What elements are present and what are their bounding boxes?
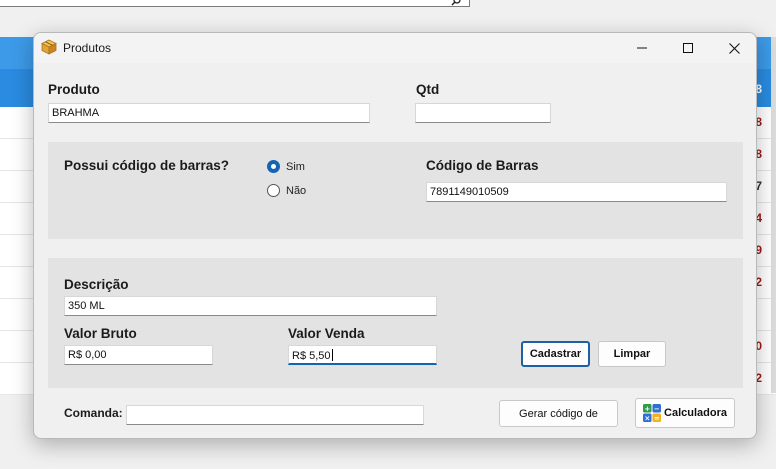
svg-text:+: + [644,405,650,413]
qtd-label: Qtd [416,82,440,97]
valor-venda-input[interactable]: R$ 5,50 [288,345,437,365]
cadastrar-button[interactable]: Cadastrar [521,341,590,367]
product-details-panel: Descrição 350 ML Valor Bruto R$ 0,00 Val… [48,258,743,388]
valor-venda-label: Valor Venda [288,326,365,341]
grid-scrollbar[interactable] [771,37,776,393]
search-icon[interactable] [451,0,461,6]
radio-nao[interactable]: Não [267,184,306,197]
calculator-icon: + − × = [643,404,662,423]
dialog-title: Produtos [63,41,112,55]
produto-label: Produto [48,82,100,97]
minimize-button[interactable] [619,33,665,63]
barcode-panel: Possui código de barras? Sim Não Código … [48,142,743,239]
valor-venda-value: R$ 5,50 [292,350,331,362]
radio-sim-dot[interactable] [267,160,280,173]
minimize-icon [637,47,647,49]
close-icon [728,42,740,54]
maximize-button[interactable] [665,33,711,63]
close-button[interactable] [711,33,756,63]
valor-bruto-label: Valor Bruto [64,326,137,341]
box-icon [41,39,57,55]
codigo-barras-label: Código de Barras [426,158,539,173]
svg-text:×: × [644,415,650,423]
descricao-label: Descrição [64,277,129,292]
valor-bruto-input[interactable]: R$ 0,00 [64,345,213,365]
maximize-icon [683,43,693,53]
calculadora-label: Calculadora [664,407,727,419]
comanda-label: Comanda: [64,406,123,420]
qtd-input[interactable] [415,103,551,123]
title-bar[interactable]: Produtos [34,33,756,63]
text-caret [331,349,333,361]
gerar-codigo-button[interactable]: Gerar código de [499,400,618,427]
svg-text:−: − [654,405,660,413]
calculadora-button[interactable]: + − × = Calculadora [635,398,735,428]
radio-nao-dot[interactable] [267,184,280,197]
radio-nao-label: Não [286,184,307,197]
produtos-dialog: Produtos Produto BRAHMA Qtd Possui códig… [33,32,757,439]
codigo-barras-input[interactable]: 7891149010509 [426,182,727,202]
produto-input[interactable]: BRAHMA [48,103,370,123]
descricao-input[interactable]: 350 ML [64,296,437,316]
barcode-question-label: Possui código de barras? [64,158,230,173]
background-search-field[interactable] [0,0,470,7]
radio-sim[interactable]: Sim [267,160,305,173]
limpar-button[interactable]: Limpar [598,341,666,367]
comanda-input[interactable] [126,405,424,425]
svg-text:=: = [654,415,660,423]
radio-sim-label: Sim [286,160,305,173]
